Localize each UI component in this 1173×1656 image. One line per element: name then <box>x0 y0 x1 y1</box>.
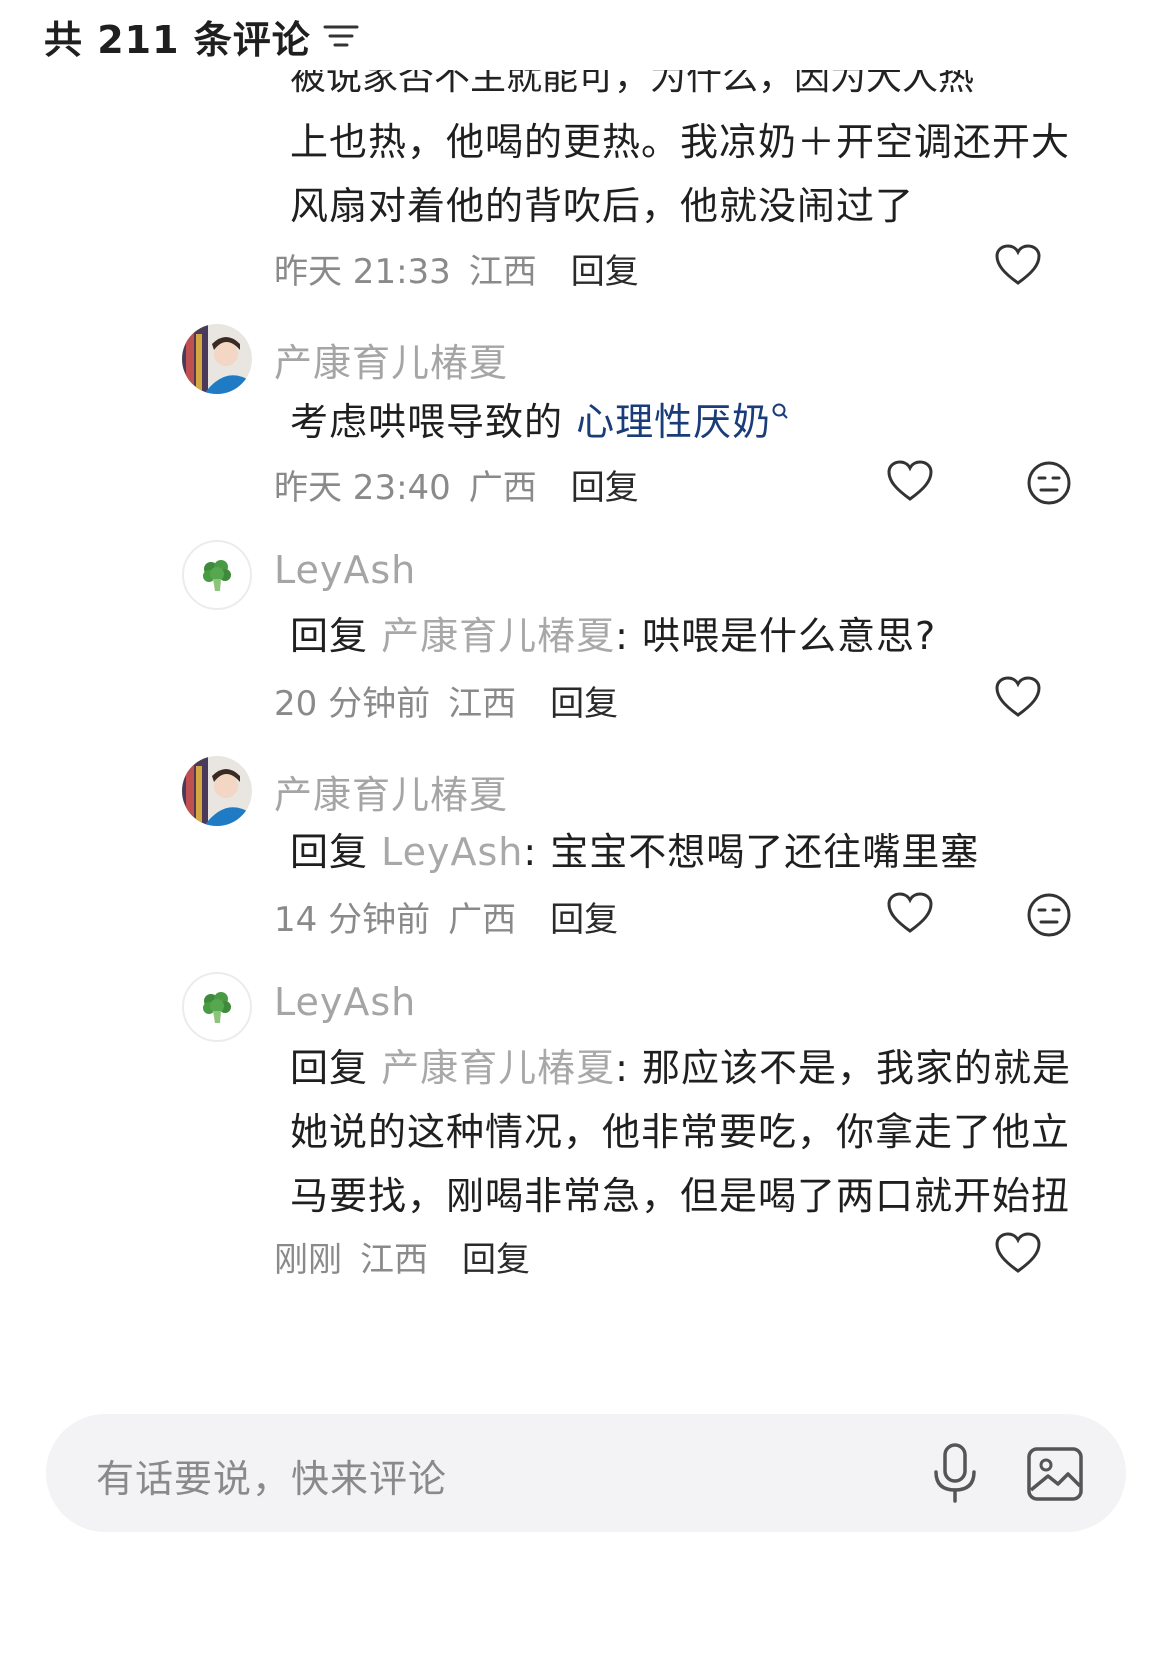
search-link[interactable]: 心理性厌奶 <box>576 400 771 444</box>
comment-text: 回复 LeyAsh: 宝宝不想喝了还往嘴里塞 <box>290 830 980 874</box>
user-avatar[interactable] <box>182 540 252 610</box>
reply-button[interactable]: 回复 <box>462 1232 530 1281</box>
image-upload-icon[interactable] <box>1026 1446 1084 1502</box>
search-icon[interactable] <box>771 402 789 424</box>
username[interactable]: LeyAsh <box>274 548 416 592</box>
comment-time: 昨天 21:33 <box>274 252 451 292</box>
comment-location: 江西 <box>360 1240 428 1280</box>
comment-location: 江西 <box>468 252 537 292</box>
mention-username[interactable]: 产康育儿椿夏 <box>381 1046 615 1090</box>
like-heart-icon[interactable] <box>886 459 934 503</box>
mention-username[interactable]: LeyAsh <box>381 830 523 874</box>
comment-meta: 刚刚 江西 回复 <box>274 1232 530 1281</box>
comment-time: 20 分钟前 <box>274 684 431 724</box>
user-avatar[interactable] <box>182 756 252 826</box>
like-heart-icon[interactable] <box>886 891 934 935</box>
user-avatar[interactable] <box>182 324 252 394</box>
comment-meta: 14 分钟前 广西 回复 <box>274 892 618 941</box>
mention-username[interactable]: 产康育儿椿夏 <box>381 614 615 658</box>
microphone-icon[interactable] <box>930 1442 980 1504</box>
broccoli-icon <box>203 560 231 591</box>
reply-button[interactable]: 回复 <box>550 676 618 725</box>
like-heart-icon[interactable] <box>994 1231 1042 1275</box>
comment-text: 回复 产康育儿椿夏: 哄喂是什么意思? <box>290 614 937 658</box>
comment-text: 考虑哄喂导致的 心理性厌奶 <box>290 390 1110 454</box>
comment-meta: 昨天 21:33 江西 回复 <box>274 244 639 293</box>
comment-count-title: 共 211 条评论 <box>44 17 311 62</box>
comment-time: 14 分钟前 <box>274 900 431 940</box>
username[interactable]: 产康育儿椿夏 <box>274 332 508 387</box>
comment-text: 上也热，他喝的更热。我凉奶＋开空调还开大 风扇对着他的背吹后，他就没闹过了 <box>290 120 1071 228</box>
sort-filter-icon[interactable] <box>323 22 359 50</box>
comment-location: 广西 <box>448 900 517 940</box>
username[interactable]: LeyAsh <box>274 980 416 1024</box>
like-heart-icon[interactable] <box>994 243 1042 287</box>
comment-location: 江西 <box>448 684 517 724</box>
dislike-face-icon[interactable] <box>1026 892 1072 938</box>
reply-button[interactable]: 回复 <box>571 244 639 293</box>
comment-input-bar[interactable]: 有话要说，快来评论 <box>46 1414 1126 1532</box>
comment-location: 广西 <box>468 468 537 508</box>
user-avatar[interactable] <box>182 972 252 1042</box>
broccoli-icon <box>203 992 231 1023</box>
comment-meta: 20 分钟前 江西 回复 <box>274 676 618 725</box>
like-heart-icon[interactable] <box>994 675 1042 719</box>
reply-button[interactable]: 回复 <box>550 892 618 941</box>
reply-button[interactable]: 回复 <box>571 460 639 509</box>
username[interactable]: 产康育儿椿夏 <box>274 764 508 819</box>
clipped-comment-line: 被说家否不主就能可，为什么，因为大人热 <box>290 70 975 98</box>
comment-meta: 昨天 23:40 广西 回复 <box>274 460 639 509</box>
comment-time: 昨天 23:40 <box>274 468 451 508</box>
comments-header: 共 211 条评论 <box>44 8 359 64</box>
comment-text: 回复 产康育儿椿夏: 那应该不是，我家的就是 她说的这种情况，他非常要吃，你拿走… <box>290 1046 1072 1218</box>
comments-page: 被说家否不主就能可，为什么，因为大人热 共 211 条评论 上也热，他喝的更热。… <box>0 0 1173 1656</box>
comment-input-placeholder[interactable]: 有话要说，快来评论 <box>96 1448 447 1503</box>
dislike-face-icon[interactable] <box>1026 460 1072 506</box>
comment-time: 刚刚 <box>274 1240 342 1280</box>
